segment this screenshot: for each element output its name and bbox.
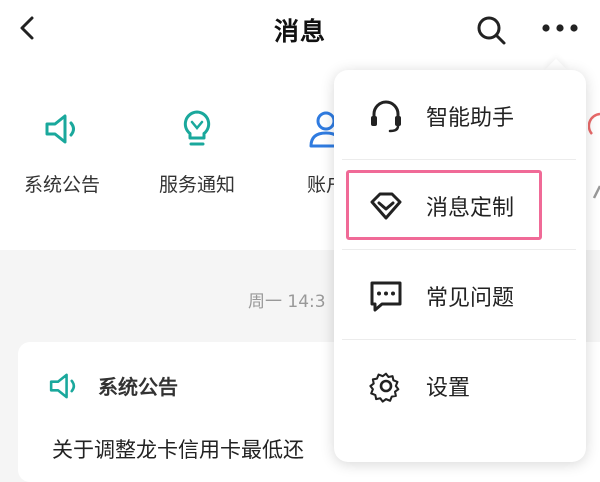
category-label: 系统公告 [23, 174, 100, 196]
menu-divider [342, 339, 576, 340]
popup-menu: 智能助手 消息定制 常见问题 设置 [334, 70, 586, 462]
menu-item-smart-assistant[interactable]: 智能助手 [334, 76, 586, 156]
menu-divider [342, 159, 576, 160]
chat-bubble-icon [370, 281, 402, 312]
menu-item-settings[interactable]: 设置 [334, 346, 586, 426]
card-text: 关于调整龙卡信用卡最低还 [52, 438, 304, 462]
message-timestamp: 周一 14:3 [248, 292, 326, 312]
card-title: 系统公告 [98, 375, 178, 399]
top-bar: 消息 [0, 0, 600, 58]
menu-item-label: 常见问题 [426, 286, 515, 311]
menu-item-label: 智能助手 [426, 106, 515, 131]
category-service-notice[interactable]: 服务通知 [137, 108, 257, 197]
more-icon[interactable] [540, 18, 580, 38]
partial-icon [588, 112, 600, 199]
category-label: 服务通知 [158, 174, 235, 196]
highlight-box [346, 170, 542, 240]
speaker-icon [45, 114, 75, 144]
headset-icon [371, 100, 401, 133]
menu-item-label: 设置 [426, 376, 471, 401]
speaker-icon [49, 373, 76, 399]
lightbulb-icon [183, 110, 211, 146]
search-icon[interactable] [474, 13, 508, 47]
menu-item-faq[interactable]: 常见问题 [334, 256, 586, 336]
menu-divider [342, 249, 576, 250]
page-title: 消息 [273, 17, 326, 46]
category-system-announcement[interactable]: 系统公告 [2, 108, 122, 197]
gear-icon [369, 372, 400, 403]
